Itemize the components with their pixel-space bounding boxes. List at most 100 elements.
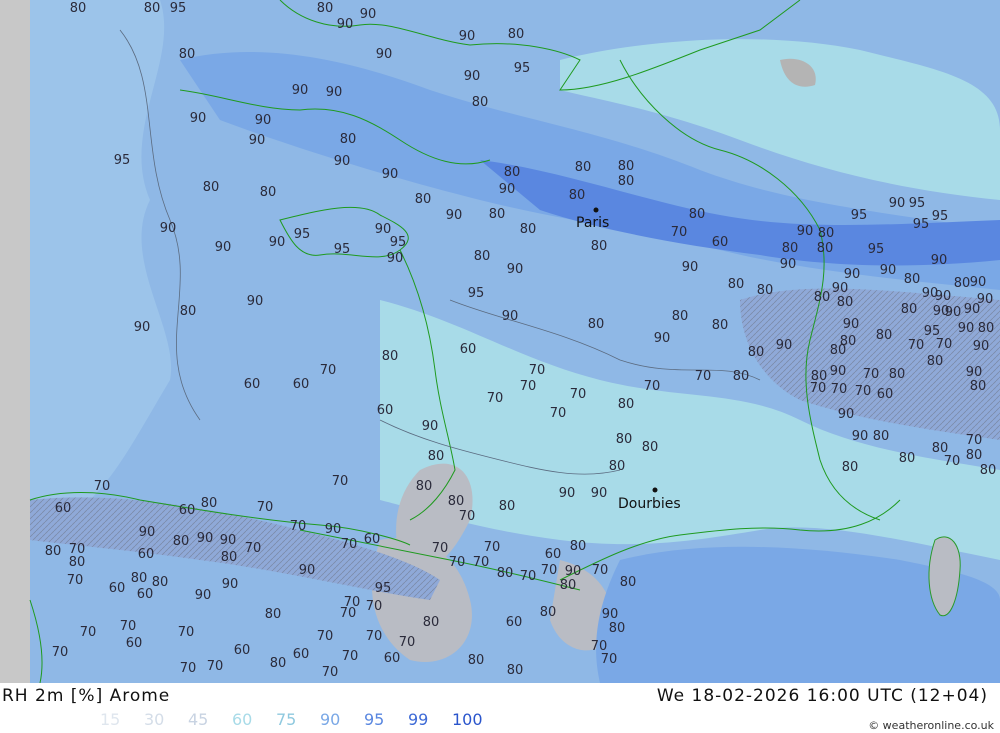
contour-label: 90 <box>654 331 671 346</box>
contour-label: 80 <box>970 379 987 394</box>
contour-label: 80 <box>489 207 506 222</box>
contour-label: 60 <box>712 235 729 250</box>
contour-label: 70 <box>484 540 501 555</box>
contour-label: 90 <box>139 525 156 540</box>
contour-label: 80 <box>382 349 399 364</box>
contour-label: 80 <box>520 222 537 237</box>
contour-label: 90 <box>360 7 377 22</box>
contour-label: 80 <box>689 207 706 222</box>
contour-label: 90 <box>337 17 354 32</box>
contour-label: 70 <box>342 649 359 664</box>
contour-label: 80 <box>889 367 906 382</box>
contour-label: 90 <box>215 240 232 255</box>
contour-label: 80 <box>618 159 635 174</box>
legend-value: 30 <box>144 710 165 729</box>
contour-label: 80 <box>980 463 997 478</box>
contour-label: 90 <box>422 419 439 434</box>
contour-label: 60 <box>364 532 381 547</box>
contour-label: 90 <box>376 47 393 62</box>
contour-label: 60 <box>460 342 477 357</box>
contour-label: 90 <box>190 111 207 126</box>
contour-label: 80 <box>508 27 525 42</box>
contour-label: 95 <box>514 61 531 76</box>
contour-label: 70 <box>178 625 195 640</box>
legend-value: 75 <box>276 710 297 729</box>
contour-label: 90 <box>922 286 939 301</box>
contour-label: 80 <box>575 160 592 175</box>
contour-label: 90 <box>459 29 476 44</box>
contour-label: 80 <box>748 345 765 360</box>
paris-marker <box>593 207 599 213</box>
contour-label: 80 <box>415 192 432 207</box>
contour-label: 80 <box>876 328 893 343</box>
contour-label: 80 <box>203 180 220 195</box>
contour-label: 80 <box>201 496 218 511</box>
contour-label: 95 <box>334 242 351 257</box>
contour-label: 90 <box>780 257 797 272</box>
contour-label: 90 <box>838 407 855 422</box>
contour-label: 70 <box>644 379 661 394</box>
contour-label: 90 <box>325 522 342 537</box>
contour-label: 60 <box>377 403 394 418</box>
contour-label: 70 <box>966 433 983 448</box>
contour-label: 70 <box>245 541 262 556</box>
contour-label: 70 <box>366 599 383 614</box>
contour-label: 90 <box>382 167 399 182</box>
contour-label: 70 <box>332 474 349 489</box>
contour-label: 90 <box>160 221 177 236</box>
contour-label: 80 <box>591 239 608 254</box>
contour-label: 80 <box>317 1 334 16</box>
contour-label: 90 <box>880 263 897 278</box>
contour-label: 95 <box>375 581 392 596</box>
contour-label: 60 <box>244 377 261 392</box>
contour-label: 70 <box>432 541 449 556</box>
contour-label: 95 <box>851 208 868 223</box>
contour-label: 95 <box>390 235 407 250</box>
contour-label: 80 <box>837 295 854 310</box>
contour-label: 90 <box>222 577 239 592</box>
contour-label: 80 <box>428 449 445 464</box>
credit-link[interactable]: © weatheronline.co.uk <box>868 719 994 732</box>
contour-label: 90 <box>852 429 869 444</box>
city-label-paris: Paris <box>576 215 609 231</box>
contour-label: 80 <box>618 397 635 412</box>
contour-label: 80 <box>173 534 190 549</box>
contour-label: 80 <box>954 276 971 291</box>
contour-label: 80 <box>873 429 890 444</box>
contour-label: 90 <box>197 531 214 546</box>
contour-label: 70 <box>671 225 688 240</box>
contour-label: 90 <box>255 113 272 128</box>
contour-label: 80 <box>423 615 440 630</box>
contour-label: 80 <box>609 621 626 636</box>
contour-label: 95 <box>468 286 485 301</box>
contour-label: 80 <box>830 343 847 358</box>
contour-label: 80 <box>540 605 557 620</box>
contour-label: 80 <box>712 318 729 333</box>
rh-map-svg: 80 80 95 80 909090 8080 90909590 908090 9090 8090… <box>0 0 1000 683</box>
contour-label: 70 <box>592 563 609 578</box>
contour-label: 80 <box>472 95 489 110</box>
contour-label: 90 <box>933 304 950 319</box>
contour-label: 60 <box>545 547 562 562</box>
contour-label: 80 <box>265 607 282 622</box>
contour-label: 90 <box>966 365 983 380</box>
legend-value: 15 <box>100 710 121 729</box>
contour-label: 70 <box>341 537 358 552</box>
city-label-dourbies: Dourbies <box>618 496 681 512</box>
map-footer: RH 2m [%] Arome We 18-02-2026 16:00 UTC … <box>0 683 1000 733</box>
contour-label: 90 <box>931 253 948 268</box>
contour-label: 70 <box>449 555 466 570</box>
legend-value: 99 <box>408 710 429 729</box>
contour-label: 80 <box>927 354 944 369</box>
legend-value: 95 <box>364 710 385 729</box>
contour-label: 70 <box>570 387 587 402</box>
contour-label: 90 <box>220 533 237 548</box>
contour-label: 95 <box>868 242 885 257</box>
contour-label: 70 <box>290 519 307 534</box>
contour-label: 70 <box>320 363 337 378</box>
contour-label: 90 <box>292 83 309 98</box>
contour-label: 70 <box>80 625 97 640</box>
contour-label: 80 <box>416 479 433 494</box>
contour-label: 80 <box>70 1 87 16</box>
contour-label: 80 <box>616 432 633 447</box>
